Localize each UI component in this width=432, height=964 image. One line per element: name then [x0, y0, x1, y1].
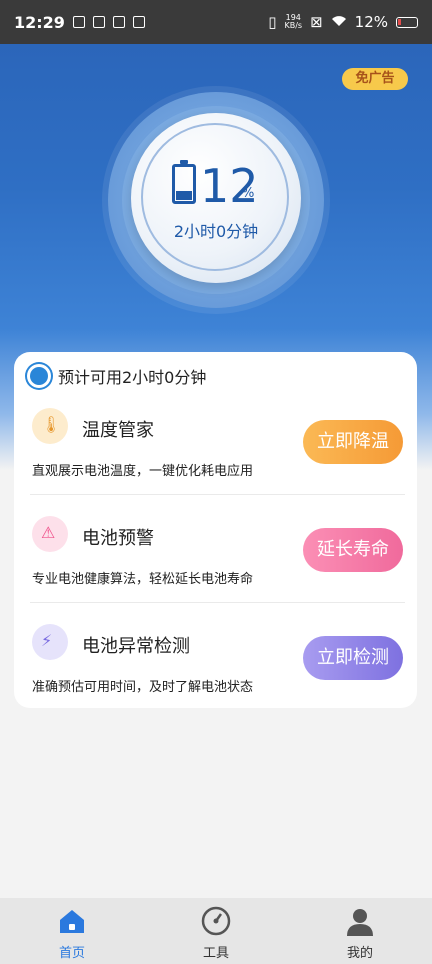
feature-item-temperature: 🌡 温度管家 直观展示电池温度，一键优化耗电应用 立即降温: [14, 402, 417, 508]
feature-description: 准确预估可用时间，及时了解电池状态: [32, 680, 254, 695]
status-bar-right: ▯ 194 KB/s ⊠ 12%: [268, 13, 418, 31]
thermometer-icon: 🌡: [32, 408, 68, 444]
gauge-icon: [201, 906, 231, 936]
person-icon: [345, 906, 375, 936]
vibrate-icon: ▯: [268, 13, 277, 31]
feature-item-anomaly: ⚡ 电池异常检测 准确预估可用时间，及时了解电池状态 立即检测: [14, 618, 417, 724]
battery-level-icon: [172, 160, 196, 204]
home-icon: [57, 906, 87, 936]
battery-percent-sign: %: [242, 186, 255, 201]
battery-percent: 12%: [354, 13, 388, 31]
features-card: 预计可用2小时0分钟 🌡 温度管家 直观展示电池温度，一键优化耗电应用 立即降温…: [14, 352, 417, 708]
tab-profile[interactable]: 我的: [288, 898, 432, 964]
tab-tools[interactable]: 工具: [144, 898, 288, 964]
sim-icon: [72, 16, 85, 28]
feature-item-alert: ⚠ 电池预警 专业电池健康算法，轻松延长电池寿命 延长寿命: [14, 510, 417, 616]
estimate-text: 预计可用2小时0分钟: [58, 368, 207, 387]
remaining-time: 2小时0分钟: [173, 222, 259, 241]
feature-description: 直观展示电池温度，一键优化耗电应用: [32, 464, 254, 479]
data-saver-icon: ⊠: [310, 13, 323, 31]
mail-icon: [92, 16, 105, 28]
status-time: 12:29: [14, 12, 65, 32]
alarm-icon: ⚠: [32, 516, 68, 552]
tab-label: 我的: [346, 946, 373, 961]
detect-now-button[interactable]: 立即检测: [303, 636, 403, 680]
sun-icon: [30, 367, 48, 385]
feature-title: 电池预警: [82, 528, 154, 549]
status-bar: 12:29 ▯ 194 KB/s ⊠ 12%: [0, 0, 432, 44]
cool-down-button[interactable]: 立即降温: [303, 420, 403, 464]
divider: [30, 602, 405, 603]
remove-ads-badge[interactable]: 免广告: [342, 68, 408, 90]
battery-level-fill: [176, 191, 192, 200]
net-speed: 194 KB/s: [284, 14, 302, 30]
feature-title: 电池异常检测: [82, 636, 190, 657]
tab-home[interactable]: 首页: [0, 898, 144, 964]
net-speed-unit: KB/s: [284, 21, 303, 30]
app-notification-icon: [112, 16, 125, 28]
feature-title: 温度管家: [82, 420, 154, 441]
battery-bolt-icon: ⚡: [32, 624, 68, 660]
wifi-icon: [331, 13, 347, 31]
tab-label: 工具: [202, 946, 229, 961]
feature-description: 专业电池健康算法，轻松延长电池寿命: [32, 572, 254, 587]
calendar-icon: [132, 16, 145, 28]
estimate-row: 预计可用2小时0分钟: [30, 364, 206, 388]
divider: [30, 494, 405, 495]
battery-icon: [396, 16, 418, 28]
tab-label: 首页: [58, 946, 85, 961]
status-bar-left: 12:29: [14, 13, 145, 32]
bottom-tab-bar: 首页 工具 我的: [0, 898, 432, 964]
extend-life-button[interactable]: 延长寿命: [303, 528, 403, 572]
